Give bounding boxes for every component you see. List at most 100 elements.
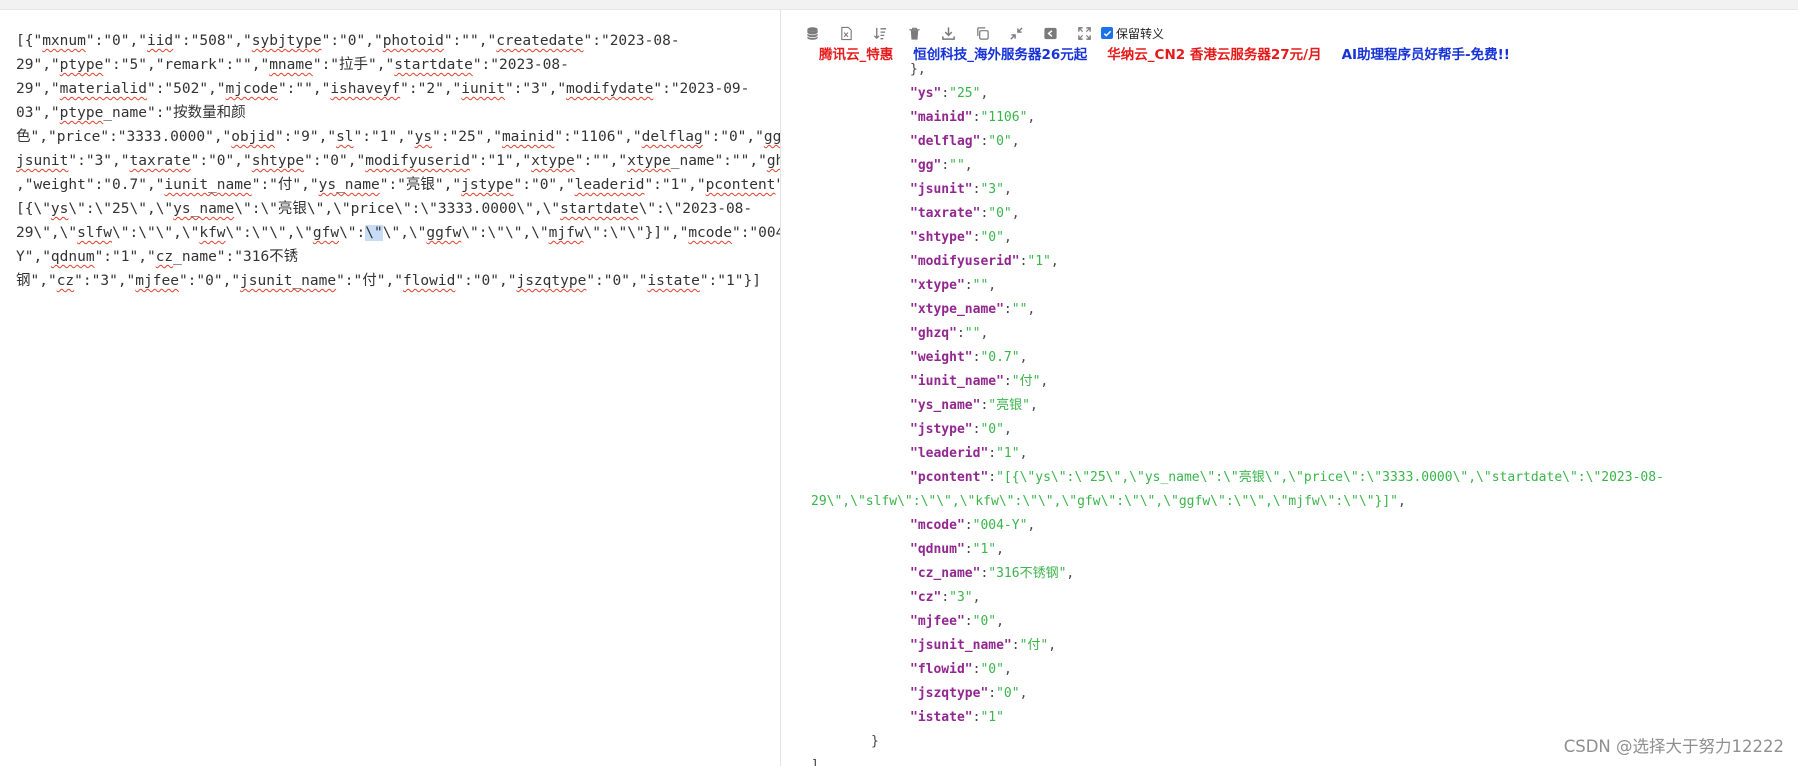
json-line-partial: }, [910, 62, 926, 77]
raw-text-segment: 03"," [16, 105, 60, 121]
misspelled-token: mjfw [548, 225, 584, 241]
misspelled-token: kfw [199, 225, 226, 241]
misspelled-token: objid [231, 129, 275, 145]
raw-text-segment: 29\",\" [16, 225, 78, 241]
json-line-delflag: "delflag":"0", [910, 134, 1020, 149]
raw-text-segment: ":"3"," [504, 81, 567, 97]
keep-escape-label: 保留转义 [1116, 26, 1165, 41]
misspelled-token: ys_name [173, 201, 235, 217]
raw-text-segment: ":"2023-09- [653, 81, 750, 97]
ad-link-2[interactable]: 恒创科技_海外服务器26元起 [913, 43, 1087, 63]
keep-escape-toggle[interactable]: 保留转义 [1101, 25, 1164, 42]
raw-text-segment: ":"付"," [251, 177, 319, 193]
raw-text-segment: 钢"," [16, 273, 57, 289]
raw-text-segment: ":"拉手"," [312, 57, 395, 73]
misspelled-token: ggfw [426, 225, 462, 241]
misspelled-token: jsunit [16, 153, 69, 169]
json-line-ys_name: "ys_name":"亮银", [910, 398, 1038, 413]
json-line-jsunit: "jsunit":"3", [910, 182, 1012, 197]
json-toolbar: 保留转义 [795, 22, 1164, 44]
raw-text-segment: ":"3"," [68, 153, 130, 169]
json-line-cz: "cz":"3", [910, 590, 981, 605]
misspelled-token: jstype [461, 177, 514, 193]
download-icon[interactable] [931, 22, 965, 44]
raw-text-segment: ":""," [277, 81, 331, 97]
misspelled-token: gfw [312, 225, 340, 241]
json-line-pcontent-wrap: 29\",\"slfw\":\"\",\"kfw\":\"\",\"gfw\":… [811, 494, 1406, 509]
raw-text-segment: _name":"按数量和颜 [103, 105, 246, 121]
json-line-jstype: "jstype":"0", [910, 422, 1012, 437]
top-strip [0, 0, 1798, 10]
raw-text-segment: ":"2023-08- [583, 33, 680, 49]
json-line-flowid: "flowid":"0", [910, 662, 1012, 677]
json-line-modifyuserid: "modifyuserid":"1", [910, 254, 1059, 269]
raw-text-segment: ":"1"," [644, 177, 706, 193]
raw-text-segment: \": [339, 225, 366, 241]
json-line-taxrate: "taxrate":"0", [910, 206, 1020, 221]
compress-icon[interactable] [999, 22, 1033, 44]
raw-text-segment: \":\"\",\" [461, 225, 549, 241]
raw-json-textarea[interactable]: [{"mxnum":"0","iid":"508","sybjtype":"0"… [16, 29, 837, 293]
keep-escape-checkbox[interactable] [1101, 27, 1113, 39]
back-icon[interactable] [1033, 22, 1067, 44]
raw-text-segment: \":\"25\",\" [68, 201, 174, 217]
misspelled-token: materialid [59, 81, 147, 97]
sort-icon[interactable] [863, 22, 897, 44]
raw-text-segment: 色","price":"3333.0000"," [16, 129, 232, 145]
raw-text-segment: ":"亮银"," [379, 177, 462, 193]
misspelled-token: cz [56, 273, 75, 289]
trash-icon[interactable] [897, 22, 931, 44]
misspelled-token: sl [336, 129, 354, 145]
json-line-weight: "weight":"0.7", [910, 350, 1028, 365]
misspelled-token: xtype [627, 153, 671, 169]
raw-text-segment: ":""," [574, 153, 628, 169]
raw-text-segment: ":"1"}] [699, 273, 761, 289]
misspelled-token: createdate [496, 33, 584, 49]
misspelled-token: taxrate [129, 153, 191, 169]
misspelled-token: shtype [251, 153, 305, 169]
csdn-watermark: CSDN @选择大于努力12222 [1563, 737, 1784, 756]
raw-text-segment: ":"付"," [336, 273, 403, 289]
ad-link-1[interactable]: 腾讯云_特惠 [819, 43, 893, 63]
expand-icon[interactable] [1067, 22, 1101, 44]
raw-json-input-pane[interactable]: [{"mxnum":"0","iid":"508","sybjtype":"0"… [0, 10, 837, 766]
ad-link-4[interactable]: AI助理程序员好帮手-免费!! [1342, 43, 1510, 63]
ad-link-3[interactable]: 华纳云_CN2 香港云服务器27元/月 [1107, 43, 1321, 63]
raw-text-segment: 29"," [16, 81, 60, 97]
json-line-xtype: "xtype":"", [910, 278, 997, 293]
raw-text-segment: ":"3"," [74, 273, 136, 289]
raw-text-segment: Y"," [16, 249, 51, 265]
raw-text-segment: ":"0"," [702, 129, 764, 145]
json-line-mainid: "mainid":"1106", [910, 110, 1036, 125]
misspelled-token: qdnum [50, 249, 95, 265]
raw-text-segment: ":"25"," [432, 129, 502, 145]
database-icon[interactable] [795, 22, 829, 44]
raw-text-segment: ":"1"," [469, 153, 532, 169]
misspelled-token: istate [647, 273, 700, 289]
raw-text-segment: ":"1"," [353, 129, 415, 145]
misspelled-token: mname [269, 57, 313, 73]
misspelled-token: delflag [641, 129, 703, 145]
misspelled-token: xtype [531, 153, 575, 169]
copy-icon[interactable] [965, 22, 999, 44]
misspelled-token: ys [414, 129, 433, 145]
raw-text-segment: _name":""," [670, 153, 767, 169]
raw-text-segment: \":\"\"}]"," [583, 225, 689, 241]
misspelled-token: ptype [59, 105, 104, 121]
misspelled-token: photoid [382, 33, 444, 49]
raw-text-segment: \",\" [382, 225, 427, 241]
excel-icon[interactable] [829, 22, 863, 44]
misspelled-token: iunit_name [164, 177, 252, 193]
json-line-istate: "istate":"1" [910, 710, 1004, 725]
json-line-iunit_name: "iunit_name":"付", [910, 374, 1049, 389]
raw-text-segment: ":""," [443, 33, 497, 49]
json-line-jsunit_name: "jsunit_name":"付", [910, 638, 1057, 653]
json-line-mjfee: "mjfee":"0", [910, 614, 1004, 629]
raw-text-segment: ":"0"," [304, 153, 366, 169]
misspelled-token: startdate [394, 57, 473, 73]
raw-text-segment: [{\" [16, 201, 51, 217]
raw-text-segment: ":"0"," [455, 273, 517, 289]
text-selection: \" [365, 225, 383, 241]
raw-text-segment: ":"0"," [190, 153, 252, 169]
raw-text-segment: ":"1106"," [554, 129, 642, 145]
